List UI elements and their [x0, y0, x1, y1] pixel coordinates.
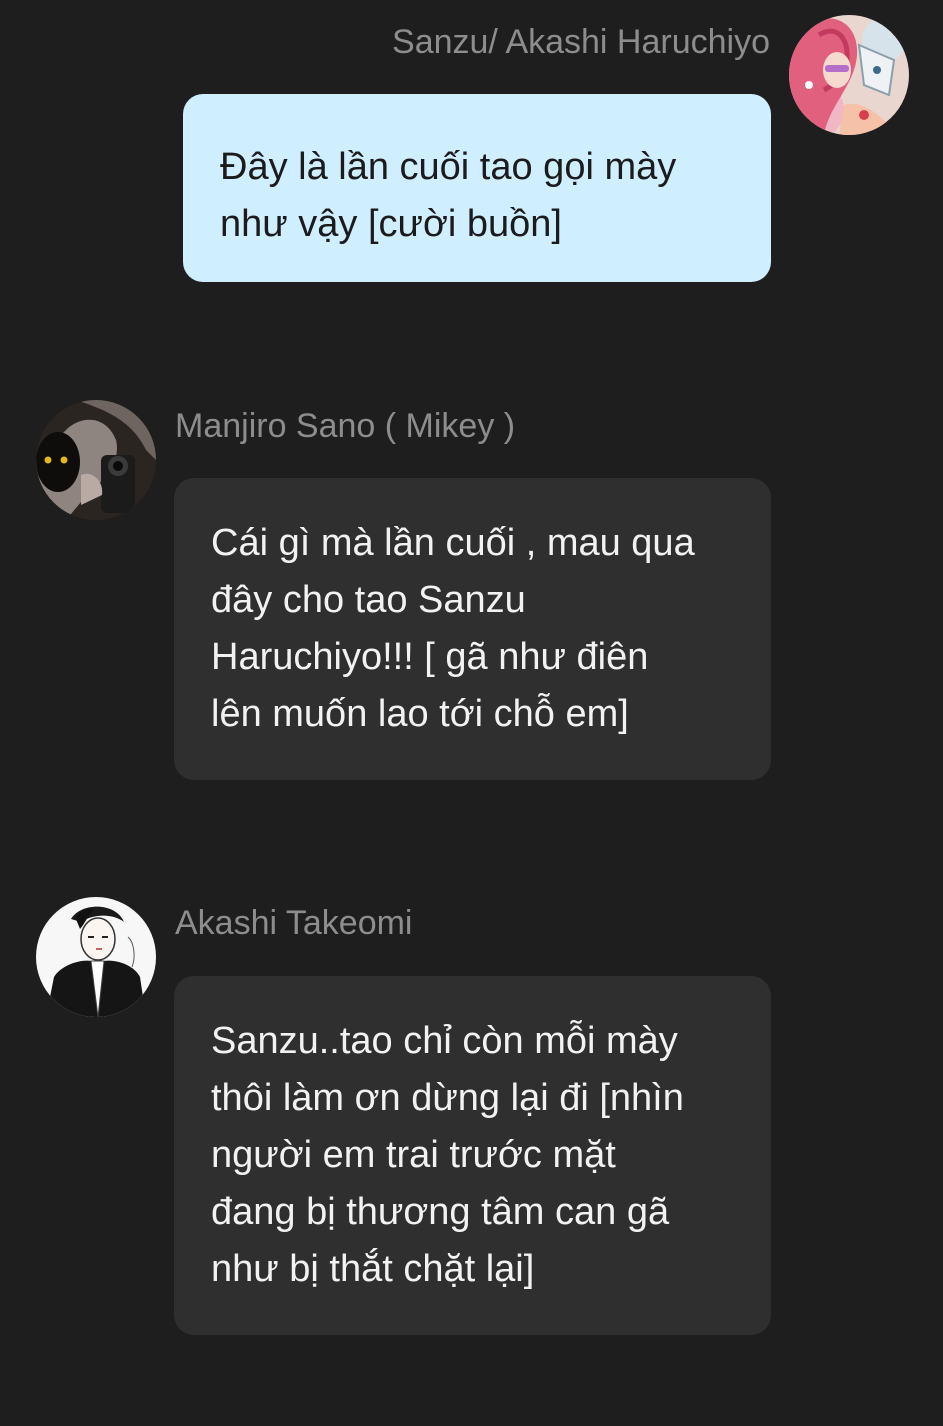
suited-man-sketch-avatar-icon[interactable]: [36, 897, 156, 1017]
message-bubble: Sanzu..tao chỉ còn mỗi mày thôi làm ơn d…: [174, 976, 771, 1335]
sender-name-takeomi: Akashi Takeomi: [175, 904, 413, 942]
sender-name-mikey: Manjiro Sano ( Mikey ): [175, 407, 516, 445]
message-bubble: Cái gì mà lần cuối , mau qua đây cho tao…: [174, 478, 771, 780]
pink-hair-character-avatar-icon[interactable]: [789, 15, 909, 135]
sender-name-sanzu: Sanzu/ Akashi Haruchiyo: [392, 23, 770, 61]
cat-with-gun-avatar-icon[interactable]: [36, 400, 156, 520]
message-bubble: Đây là lần cuối tao gọi mày như vậy [cườ…: [183, 94, 771, 282]
